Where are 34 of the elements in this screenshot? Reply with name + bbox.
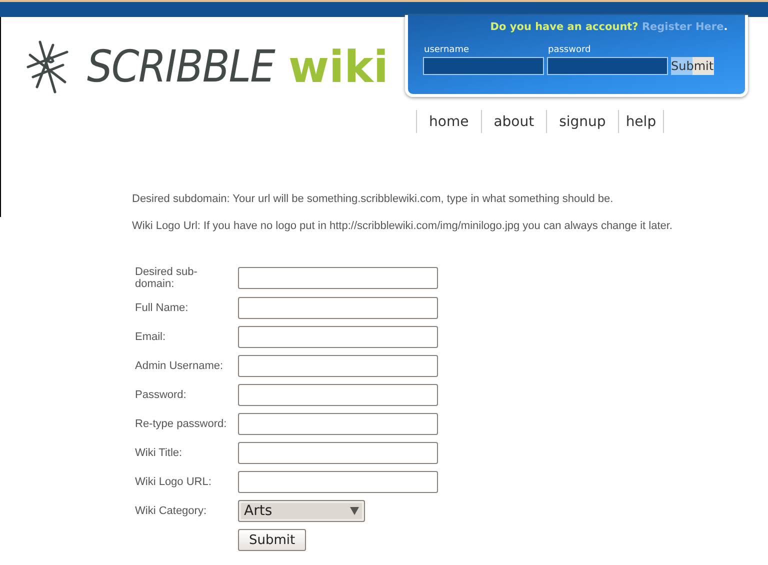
instruction-text: Wiki Logo Url: If you have no logo put in http://scribblewiki.com/img/minilogo.jpg you can always change it later.	[132, 220, 674, 232]
category-dropdown[interactable]: Arts	[238, 500, 365, 522]
field-label: Email:	[135, 331, 167, 343]
nav-link[interactable]: about	[480, 110, 546, 133]
logo-wiki-text: wiki	[288, 42, 388, 92]
text-field[interactable]	[238, 326, 438, 348]
field-label: Admin Username:	[135, 360, 224, 372]
nav-link[interactable]: help	[618, 110, 664, 133]
nav-link[interactable]: signup	[546, 110, 618, 133]
login-submit-button[interactable]: Submit	[671, 57, 714, 75]
text-field[interactable]	[238, 442, 438, 464]
text-field[interactable]	[238, 267, 438, 289]
caret-icon	[350, 507, 359, 515]
field-label: Password:	[135, 389, 188, 401]
username-label: username	[423, 45, 470, 55]
field-label: Wiki Category:	[135, 505, 208, 517]
password-field[interactable]	[547, 57, 668, 75]
instruction-text: Desired subdomain: Your url will be something.scribblewiki.com, type in what something should be.	[132, 193, 614, 205]
text-field[interactable]	[238, 297, 438, 319]
text-field[interactable]	[238, 355, 438, 377]
field-label: Wiki Logo URL:	[135, 476, 212, 488]
field-label: Re-type password:	[135, 418, 228, 430]
text-field[interactable]	[238, 384, 438, 406]
field-label: Desired sub-domain:	[135, 266, 198, 290]
text-field[interactable]	[238, 471, 438, 493]
field-label: Wiki Title:	[135, 447, 184, 459]
nav-link[interactable]: home	[416, 110, 481, 133]
submit-button[interactable]: Submit	[238, 529, 306, 551]
field-label: Full Name:	[135, 302, 190, 314]
password-label: password	[547, 45, 592, 55]
text-field[interactable]	[238, 413, 438, 435]
account-question: Do you have an account? Register Here.	[489, 21, 729, 33]
username-field[interactable]	[423, 57, 544, 75]
logo-text: SCRIBBLE	[87, 42, 274, 92]
